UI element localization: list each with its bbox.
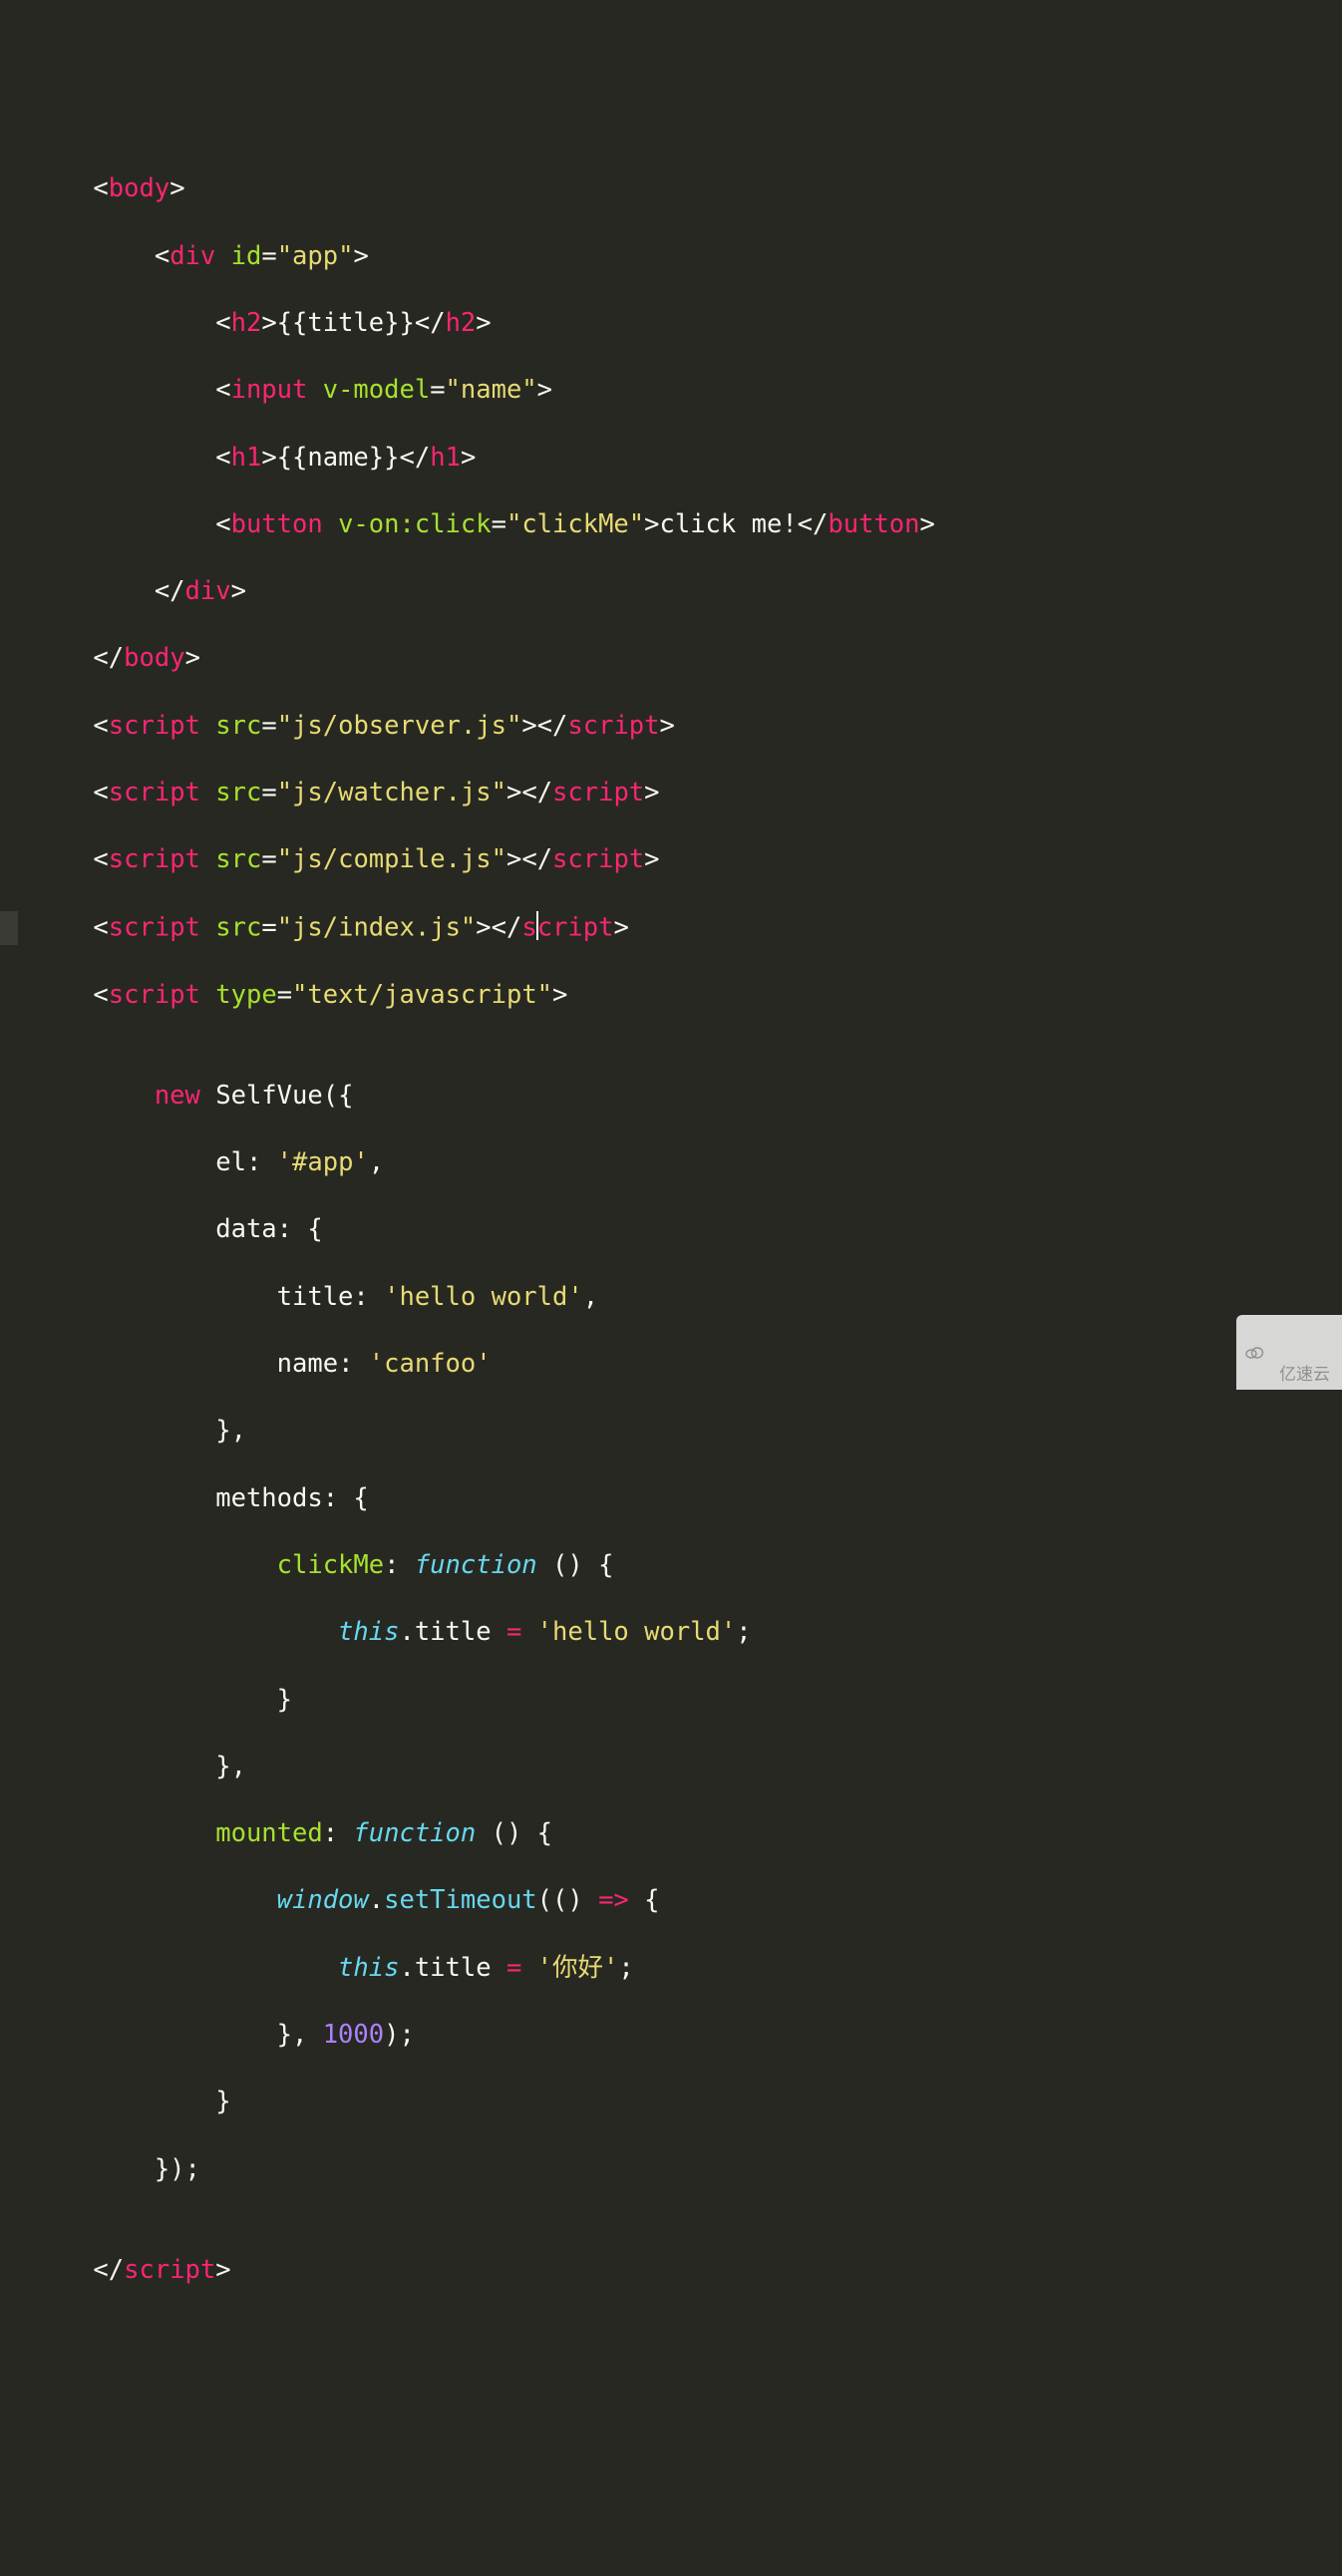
watermark-text: 亿速云 (1279, 1365, 1330, 1384)
code-line: <script src="js/watcher.js"></script> (0, 777, 1342, 810)
code-line: this.title = '你好'; (0, 1952, 1342, 1986)
code-line: <button v-on:click="clickMe">click me!</… (0, 508, 1342, 542)
code-line: el: '#app', (0, 1146, 1342, 1180)
code-line: this.title = 'hello world'; (0, 1616, 1342, 1650)
code-line: <script src="js/compile.js"></script> (0, 843, 1342, 877)
code-line: <h2>{{title}}</h2> (0, 307, 1342, 341)
code-line: </body> (0, 642, 1342, 676)
code-line: }); (0, 2153, 1342, 2187)
code-line: <script type="text/javascript"> (0, 979, 1342, 1013)
code-line: window.setTimeout(() => { (0, 1884, 1342, 1918)
cloud-icon (1244, 1345, 1264, 1359)
code-line: mounted: function () { (0, 1817, 1342, 1851)
code-line: }, 1000); (0, 2019, 1342, 2053)
code-editor[interactable]: <body> <div id="app"> <h2>{{title}}</h2>… (0, 140, 1342, 2321)
code-line: clickMe: function () { (0, 1549, 1342, 1583)
code-line-active: <script src="js/index.js"></script> (0, 911, 1342, 945)
code-line: }, (0, 1751, 1342, 1784)
code-line: title: 'hello world', (0, 1281, 1342, 1315)
code-line: data: { (0, 1213, 1342, 1247)
code-line: methods: { (0, 1482, 1342, 1516)
code-line: <h1>{{name}}</h1> (0, 442, 1342, 476)
code-line: new SelfVue({ (0, 1080, 1342, 1114)
code-line: <input v-model="name"> (0, 374, 1342, 408)
code-line: <div id="app"> (0, 240, 1342, 274)
code-line: </script> (0, 2254, 1342, 2288)
code-line: </div> (0, 575, 1342, 609)
code-line: } (0, 2086, 1342, 2119)
code-line: name: 'canfoo' (0, 1348, 1342, 1382)
code-line: }, (0, 1415, 1342, 1449)
code-line: <script src="js/observer.js"></script> (0, 710, 1342, 744)
watermark-badge: 亿速云 (1236, 1315, 1342, 1390)
code-line: } (0, 1684, 1342, 1718)
code-line: <body> (0, 172, 1342, 206)
